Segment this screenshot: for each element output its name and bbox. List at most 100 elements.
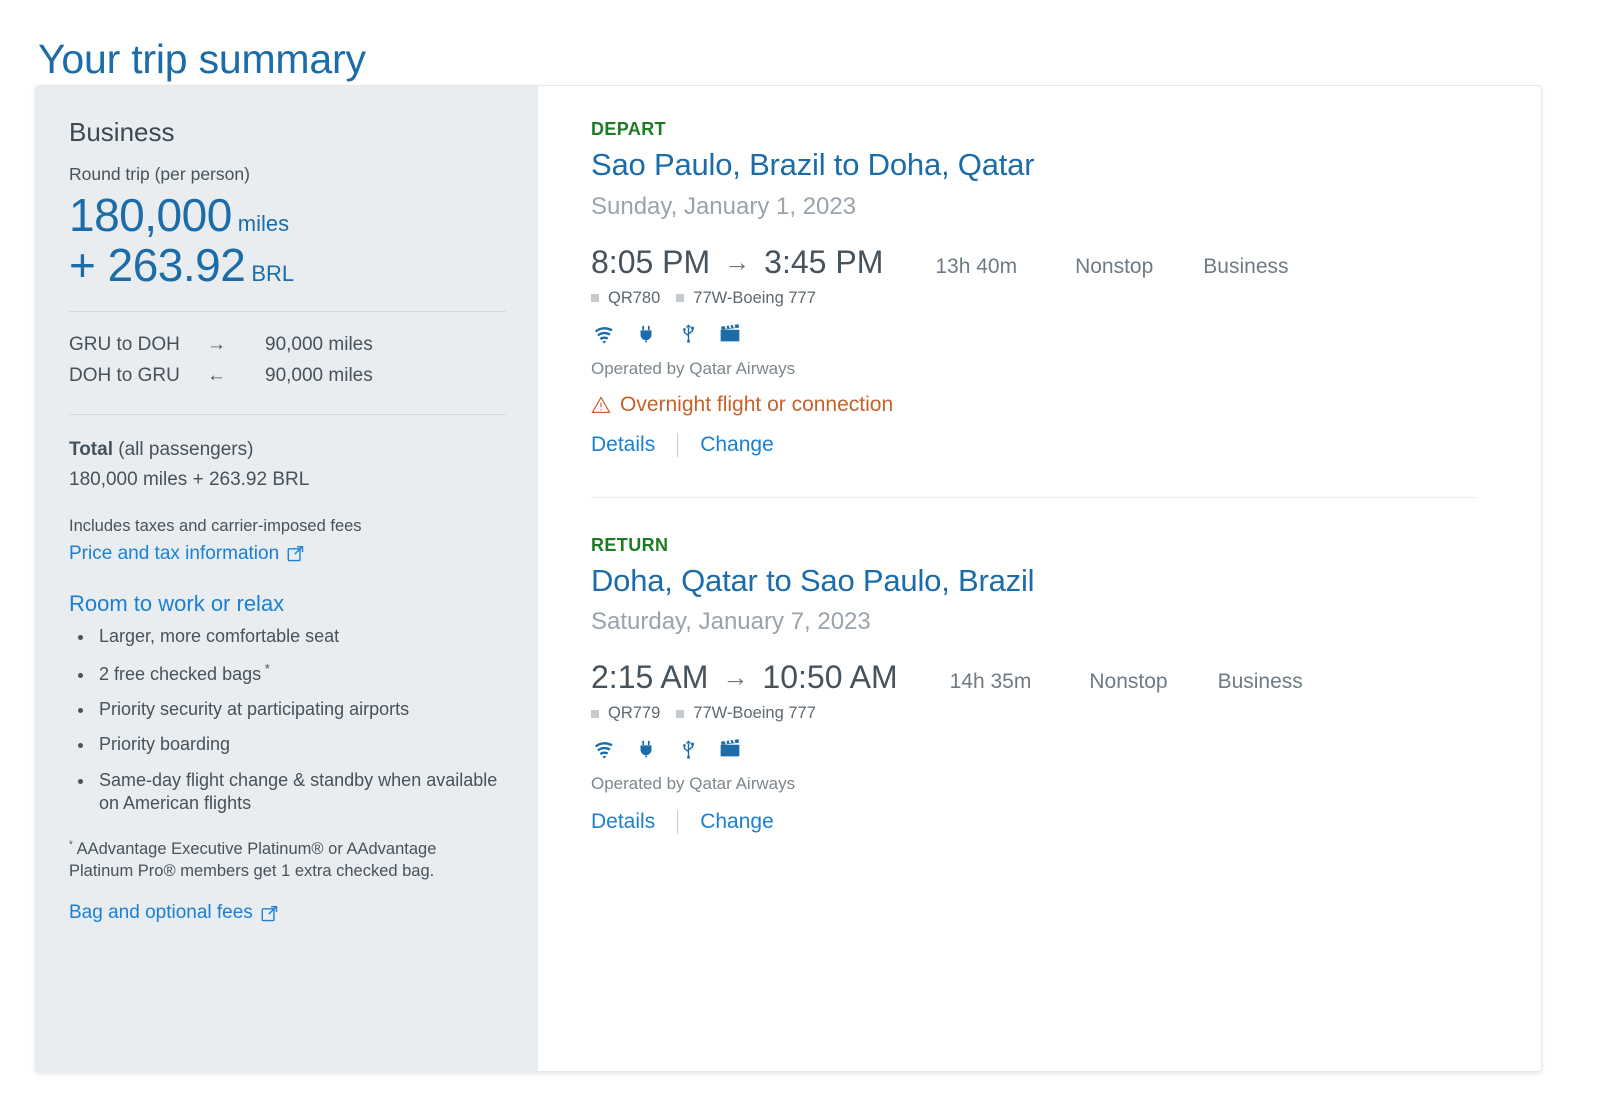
miles-amount: 180,000 bbox=[69, 188, 232, 241]
segment-route: Doha, Qatar to Sao Paulo, Brazil bbox=[591, 562, 1035, 598]
change-link[interactable]: Change bbox=[700, 433, 774, 457]
flight-times-row: 8:05 PM → 3:45 PM 13h 40m Nonstop Busine… bbox=[591, 244, 1541, 281]
per-person-label: Round trip (per person) bbox=[69, 163, 250, 184]
leg-route: GRU to DOH bbox=[69, 334, 180, 356]
departure-time: 8:05 PM bbox=[591, 243, 711, 280]
external-link-icon bbox=[261, 905, 278, 922]
segment-kicker: RETURN bbox=[591, 534, 669, 555]
usb-icon[interactable] bbox=[675, 321, 701, 347]
usb-icon[interactable] bbox=[675, 736, 701, 762]
miles-price: 180,000 miles bbox=[69, 188, 506, 241]
operated-by: Operated by Qatar Airways bbox=[591, 358, 796, 378]
price-and-tax-information-link[interactable]: Price and tax information bbox=[69, 543, 304, 565]
flight-times: 2:15 AM → 10:50 AM bbox=[591, 659, 898, 696]
warning-triangle-icon bbox=[591, 395, 611, 415]
bullet-square-icon bbox=[591, 709, 599, 718]
price-and-tax-information-label: Price and tax information bbox=[69, 542, 280, 564]
list-item: Priority boarding bbox=[95, 733, 506, 756]
flight-meta: 13h 40m Nonstop Business bbox=[883, 255, 1288, 279]
flight-times-row: 2:15 AM → 10:50 AM 14h 35m Nonstop Busin… bbox=[591, 659, 1541, 696]
benefit-text: Priority boarding bbox=[99, 734, 231, 755]
segment-actions: Details Change bbox=[591, 810, 1541, 835]
segment-date: Saturday, January 7, 2023 bbox=[591, 608, 871, 636]
arrow-right-icon: → bbox=[207, 334, 226, 356]
benefits-heading: Room to work or relax bbox=[69, 590, 285, 616]
total-sublabel: (all passengers) bbox=[112, 438, 254, 460]
flight-duration: 13h 40m bbox=[935, 254, 1018, 278]
details-link[interactable]: Details bbox=[591, 433, 655, 457]
list-item: Same-day flight change & standby when av… bbox=[95, 769, 506, 816]
bullet-square-icon bbox=[676, 709, 685, 718]
itinerary-panel: DEPART Sao Paulo, Brazil to Doha, Qatar … bbox=[538, 86, 1541, 1071]
departure-time: 2:15 AM bbox=[591, 659, 709, 696]
flight-duration: 14h 35m bbox=[949, 670, 1032, 694]
benefit-text: Same-day flight change & standby when av… bbox=[99, 769, 498, 814]
operated-by: Operated by Qatar Airways bbox=[591, 774, 796, 794]
flight-number: QR779 bbox=[608, 704, 661, 723]
footnote-marker: * bbox=[261, 660, 270, 676]
entertainment-icon[interactable] bbox=[717, 321, 743, 347]
benefits-footnote: * AAdvantage Executive Platinum® or AAdv… bbox=[69, 838, 469, 883]
segment-return: RETURN Doha, Qatar to Sao Paulo, Brazil … bbox=[591, 534, 1541, 835]
cash-currency: BRL bbox=[251, 260, 295, 286]
flight-cabin: Business bbox=[1203, 254, 1289, 278]
arrow-right-icon: → bbox=[722, 662, 749, 693]
flight-identifiers: QR779 77W-Boeing 777 bbox=[591, 704, 1541, 723]
benefit-text: Priority security at participating airpo… bbox=[99, 699, 410, 720]
total-value: 180,000 miles + 263.92 BRL bbox=[69, 469, 310, 491]
summary-divider-bottom bbox=[69, 413, 506, 415]
bag-and-optional-fees-link[interactable]: Bag and optional fees bbox=[69, 902, 278, 924]
flight-number: QR780 bbox=[608, 288, 661, 307]
change-link[interactable]: Change bbox=[700, 810, 774, 834]
amenities-row bbox=[591, 736, 1541, 762]
wifi-icon[interactable] bbox=[591, 321, 617, 347]
benefits-list: Larger, more comfortable seat 2 free che… bbox=[69, 625, 506, 815]
power-outlet-icon[interactable] bbox=[633, 736, 659, 762]
page-title: Your trip summary bbox=[38, 36, 366, 83]
external-link-icon bbox=[287, 545, 304, 562]
bullet-square-icon bbox=[591, 294, 599, 303]
price-summary-panel: Business Round trip (per person) 180,000… bbox=[36, 86, 538, 1071]
footnote-star: * bbox=[69, 839, 73, 851]
action-divider bbox=[677, 810, 679, 835]
overnight-alert: Overnight flight or connection bbox=[591, 393, 1541, 417]
total-label: Total bbox=[69, 438, 113, 460]
segment-depart: DEPART Sao Paulo, Brazil to Doha, Qatar … bbox=[591, 119, 1541, 457]
includes-taxes-note: Includes taxes and carrier-imposed fees bbox=[69, 516, 362, 535]
segment-actions: Details Change bbox=[591, 432, 1541, 457]
wifi-icon[interactable] bbox=[591, 736, 617, 762]
arrival-time: 3:45 PM bbox=[764, 243, 884, 280]
flight-times: 8:05 PM → 3:45 PM bbox=[591, 244, 883, 281]
benefit-text: 2 free checked bags bbox=[99, 663, 262, 684]
flight-identifiers: QR780 77W-Boeing 777 bbox=[591, 289, 1541, 308]
leg-miles: 90,000 miles bbox=[265, 364, 373, 386]
segment-date: Sunday, January 1, 2023 bbox=[591, 192, 857, 220]
trip-summary-card: Business Round trip (per person) 180,000… bbox=[35, 85, 1542, 1072]
power-outlet-icon[interactable] bbox=[633, 321, 659, 347]
leg-route: DOH to GRU bbox=[69, 364, 180, 386]
bullet-square-icon bbox=[676, 294, 685, 303]
cabin-class-heading: Business bbox=[69, 117, 175, 147]
leg-miles: 90,000 miles bbox=[265, 334, 373, 356]
footnote-text: AAdvantage Executive Platinum® or AAdvan… bbox=[69, 839, 437, 880]
list-item: 2 free checked bags * bbox=[95, 661, 506, 686]
segment-route: Sao Paulo, Brazil to Doha, Qatar bbox=[591, 146, 1035, 182]
overnight-alert-text: Overnight flight or connection bbox=[620, 392, 894, 416]
segment-kicker: DEPART bbox=[591, 119, 667, 139]
total-heading: Total (all passengers) bbox=[69, 435, 506, 464]
leg-row: DOH to GRU ← 90,000 miles bbox=[69, 361, 506, 392]
aircraft-type: 77W-Boeing 777 bbox=[693, 288, 816, 307]
cash-price: + 263.92 BRL bbox=[69, 241, 506, 289]
list-item: Larger, more comfortable seat bbox=[95, 625, 506, 648]
leg-miles-breakdown: GRU to DOH → 90,000 miles DOH to GRU ← 9… bbox=[69, 330, 506, 392]
total-block: Total (all passengers) 180,000 miles + 2… bbox=[69, 435, 506, 495]
arrival-time: 10:50 AM bbox=[762, 659, 898, 696]
list-item: Priority security at participating airpo… bbox=[95, 698, 506, 721]
flight-stops: Nonstop bbox=[1075, 254, 1154, 278]
entertainment-icon[interactable] bbox=[717, 736, 743, 762]
action-divider bbox=[677, 432, 679, 457]
details-link[interactable]: Details bbox=[591, 810, 655, 834]
summary-divider-top bbox=[69, 311, 506, 313]
flight-meta: 14h 35m Nonstop Business bbox=[898, 670, 1303, 694]
